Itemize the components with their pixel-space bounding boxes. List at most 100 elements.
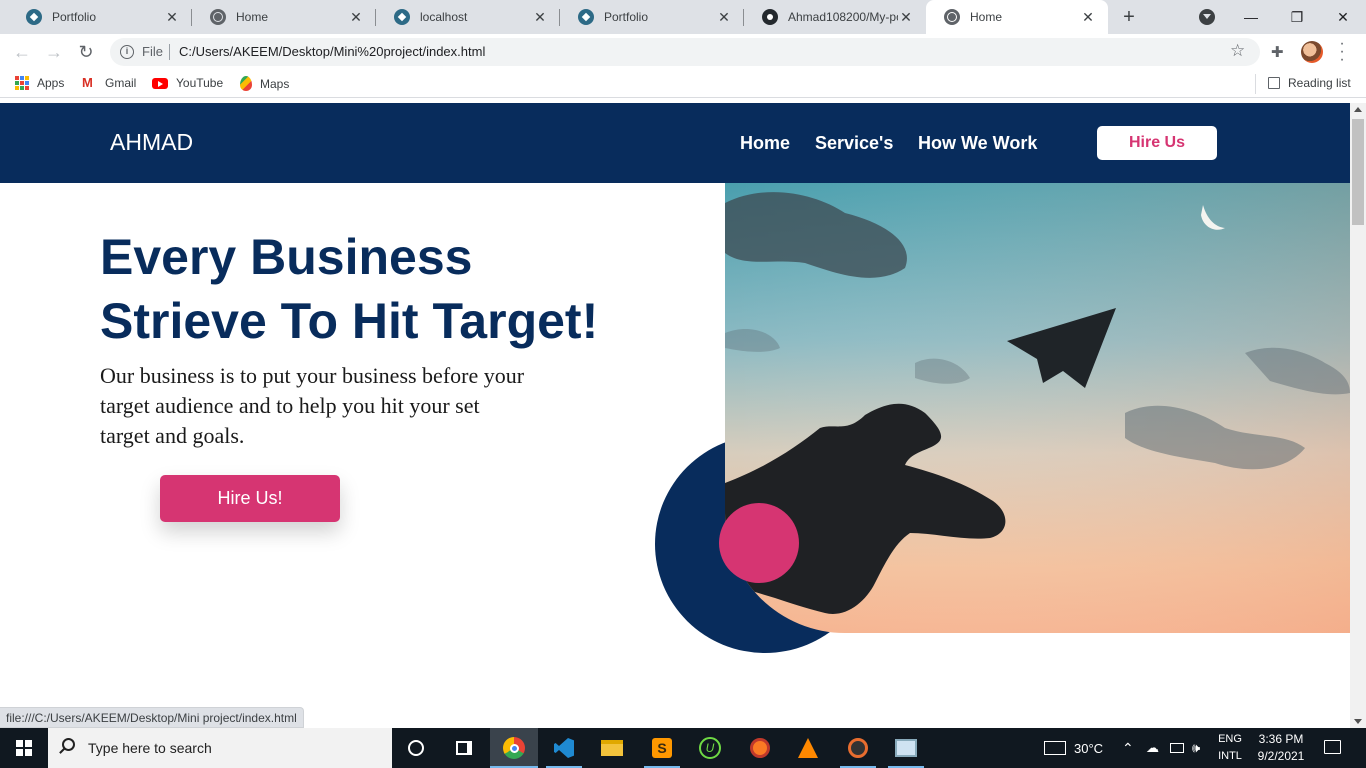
tab-home-active[interactable]: Home ✕: [926, 0, 1108, 34]
chrome-icon[interactable]: [490, 728, 538, 768]
close-tab-icon[interactable]: ✕: [532, 9, 548, 26]
weather-widget[interactable]: 30°C: [1044, 728, 1103, 768]
file-explorer-icon[interactable]: [588, 728, 636, 768]
back-arrow-icon[interactable]: ←: [10, 41, 34, 65]
nav-link-how-we-work[interactable]: How We Work: [918, 133, 1037, 154]
browser-tab-strip: Portfolio ✕ Home ✕ localhost ✕ Portfolio…: [0, 0, 1366, 34]
new-tab-button[interactable]: +: [1118, 6, 1140, 28]
reading-list-button[interactable]: Reading list: [1268, 76, 1351, 90]
bookmark-maps[interactable]: Maps: [240, 76, 289, 91]
tab-github[interactable]: Ahmad108200/My-po ✕: [744, 0, 926, 34]
cortana-icon[interactable]: [392, 728, 440, 768]
portfolio-favicon: [26, 9, 42, 25]
extensions-puzzle-icon[interactable]: ✚: [1271, 43, 1287, 61]
hero-title-line1: Every Business: [100, 229, 473, 285]
address-divider: [169, 44, 170, 60]
photos-icon[interactable]: [882, 728, 930, 768]
site-logo[interactable]: AHMAD: [110, 129, 193, 156]
task-view-icon[interactable]: [440, 728, 488, 768]
tab-search-icon[interactable]: [1199, 9, 1215, 25]
github-icon: [762, 9, 778, 25]
tab-title: Home: [970, 10, 1003, 24]
scroll-down-arrow-icon[interactable]: [1354, 719, 1362, 724]
media-player-icon[interactable]: [834, 728, 882, 768]
portfolio-favicon: [578, 9, 594, 25]
close-tab-icon[interactable]: ✕: [716, 9, 732, 26]
site-navbar: AHMAD Home Service's How We Work Hire Us: [0, 103, 1350, 183]
volume-icon[interactable]: 🕪: [1192, 728, 1200, 768]
vlc-icon[interactable]: [784, 728, 832, 768]
youtube-icon: [152, 77, 168, 89]
address-bar[interactable]: i File C:/Users/AKEEM/Desktop/Mini%20pro…: [110, 38, 1260, 66]
page-scrollbar[interactable]: [1350, 103, 1366, 728]
start-button[interactable]: [0, 728, 48, 768]
chrome-menu-icon[interactable]: · · ·: [1337, 36, 1347, 68]
tab-home-1[interactable]: Home ✕: [192, 0, 376, 34]
sublime-icon[interactable]: S: [638, 728, 686, 768]
close-tab-icon[interactable]: ✕: [348, 9, 364, 26]
tab-title: Portfolio: [52, 10, 97, 24]
bookmark-gmail[interactable]: Gmail: [82, 75, 136, 91]
show-hidden-icons-chevron-icon[interactable]: ⌃: [1122, 728, 1134, 768]
network-icon[interactable]: [1170, 728, 1184, 768]
browser-toolbar: ← → ↻ i File C:/Users/AKEEM/Desktop/Mini…: [0, 34, 1366, 70]
tab-title: Home: [236, 10, 269, 24]
tab-title: Portfolio: [604, 10, 649, 24]
vscode-icon[interactable]: [540, 728, 588, 768]
close-tab-icon[interactable]: ✕: [1080, 9, 1096, 26]
language-code: ENG: [1218, 733, 1242, 745]
windows-logo-icon: [16, 740, 32, 756]
upwork-icon[interactable]: U: [686, 728, 734, 768]
bookmarks-bar: Apps Gmail YouTube Maps Reading list: [0, 70, 1366, 98]
search-placeholder: Type here to search: [88, 740, 212, 756]
nav-link-home[interactable]: Home: [740, 133, 790, 154]
paper-plane-hand-illustration: [725, 183, 1350, 633]
nav-link-services[interactable]: Service's: [815, 133, 893, 154]
restore-button[interactable]: ❐: [1274, 0, 1320, 34]
maps-icon: [240, 76, 252, 91]
close-window-button[interactable]: ✕: [1320, 0, 1366, 34]
hire-us-hero-button[interactable]: Hire Us!: [160, 475, 340, 522]
xampp-icon[interactable]: [736, 728, 784, 768]
notification-center-icon[interactable]: [1324, 740, 1341, 754]
hero-title-line2: Strieve To Hit Target!: [100, 293, 599, 349]
tab-portfolio-1[interactable]: Portfolio ✕: [8, 0, 192, 34]
tab-portfolio-2[interactable]: Portfolio ✕: [560, 0, 744, 34]
site-info-icon[interactable]: i: [120, 45, 134, 59]
forward-arrow-icon[interactable]: →: [42, 41, 66, 65]
scrollbar-thumb[interactable]: [1352, 119, 1364, 225]
scroll-up-arrow-icon[interactable]: [1354, 107, 1362, 112]
clock-time: 3:36 PM: [1258, 732, 1304, 746]
hero-title: Every Business Strieve To Hit Target!: [100, 225, 640, 353]
weather-temperature: 30°C: [1074, 740, 1104, 756]
minimize-button[interactable]: —: [1228, 0, 1274, 34]
bookmark-star-icon[interactable]: ☆: [1230, 41, 1245, 61]
hire-us-nav-button[interactable]: Hire Us: [1097, 126, 1217, 160]
scheme-label: File: [142, 44, 163, 59]
bookmark-label: Maps: [260, 76, 290, 91]
apps-grid-icon: [15, 76, 29, 90]
reading-list-label: Reading list: [1288, 76, 1351, 90]
bookmark-youtube[interactable]: YouTube: [152, 76, 223, 90]
keyboard-layout: INTL: [1218, 750, 1242, 762]
close-tab-icon[interactable]: ✕: [164, 9, 180, 26]
hero-image: [725, 183, 1350, 633]
gmail-icon: [82, 75, 97, 90]
reload-icon[interactable]: ↻: [74, 41, 98, 65]
tab-title: localhost: [420, 10, 468, 24]
bookmark-label: YouTube: [176, 76, 224, 90]
profile-avatar[interactable]: [1301, 41, 1323, 63]
tab-title: Ahmad108200/My-po: [788, 10, 898, 24]
tab-localhost[interactable]: localhost ✕: [376, 0, 560, 34]
bookmark-apps[interactable]: Apps: [15, 76, 64, 90]
close-tab-icon[interactable]: ✕: [898, 9, 914, 26]
link-status-bubble: file:///C:/Users/AKEEM/Desktop/Mini proj…: [0, 707, 304, 728]
taskbar-search-box[interactable]: Type here to search: [48, 728, 392, 768]
onedrive-icon[interactable]: ☁: [1146, 728, 1159, 768]
url-text[interactable]: C:/Users/AKEEM/Desktop/Mini%20project/in…: [179, 44, 485, 59]
hero-description: Our business is to put your business bef…: [100, 363, 525, 448]
decorative-pink-circle: [719, 503, 799, 583]
taskbar-clock[interactable]: 3:36 PM 9/2/2021: [1246, 731, 1316, 765]
language-indicator[interactable]: ENG INTL: [1213, 731, 1247, 765]
search-icon: [62, 738, 75, 751]
